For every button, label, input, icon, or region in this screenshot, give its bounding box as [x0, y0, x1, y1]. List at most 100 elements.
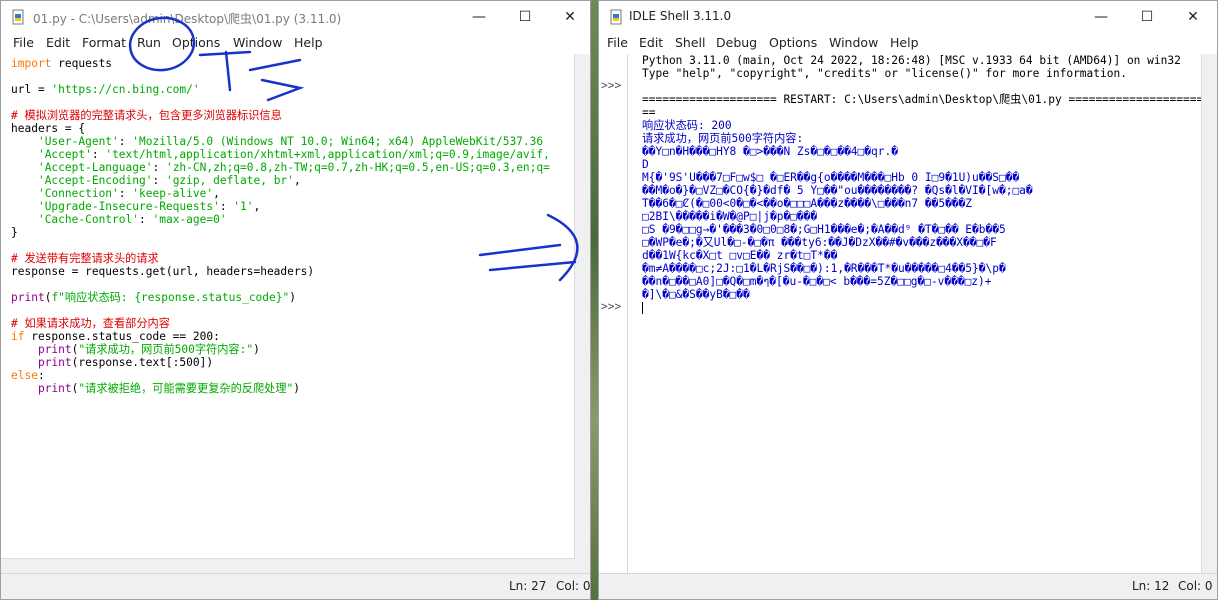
code-token: print	[11, 291, 45, 304]
editor-code-line	[1, 70, 590, 83]
code-token: # 发送带有完整请求头的请求	[11, 252, 159, 265]
menu-run[interactable]: Run	[137, 35, 161, 50]
code-token: �]\�□&�S��yB�□��	[642, 288, 750, 301]
editor-code-line: # 发送带有完整请求头的请求	[1, 252, 590, 265]
editor-code-line: else:	[1, 369, 590, 382]
menu-format[interactable]: Format	[82, 35, 126, 50]
code-token: 'Accept-Encoding'	[37, 174, 153, 187]
menu-shell[interactable]: Shell	[675, 35, 706, 50]
code-token: ��Y□n�H���□HY8 �□>���N Zs�□�□��4□�qr.�	[642, 145, 898, 158]
code-token: :	[91, 148, 106, 161]
shell-code-line: □2BI\�����i�W�@P□|j�p�□���	[632, 210, 1217, 223]
code-token: ,	[253, 200, 261, 213]
code-token: :	[219, 200, 234, 213]
minimize-button[interactable]: —	[456, 1, 502, 33]
shell-code-line: ��Y□n�H���□HY8 �□>���N Zs�□�□��4□�qr.�	[632, 145, 1217, 158]
shell-prompt-gutter: >>> >>>	[599, 54, 628, 574]
shell-text-area[interactable]: Python 3.11.0 (main, Oct 24 2022, 18:26:…	[632, 54, 1217, 574]
code-token: 'text/html,application/xhtml+xml,applica…	[105, 148, 550, 161]
menu-options[interactable]: Options	[769, 35, 817, 50]
minimize-button[interactable]: —	[1078, 1, 1124, 33]
code-token: 'max-age=0'	[152, 213, 227, 226]
code-token: )	[293, 382, 300, 395]
menu-file[interactable]: File	[607, 35, 628, 50]
shell-code-line: □S �9�□□g→�'���3�0□0□8�;G□H1���e�;�A��d⁹…	[632, 223, 1217, 236]
maximize-button[interactable]: ☐	[502, 1, 548, 33]
editor-code-line: 'Accept-Language': 'zh-CN,zh;q=0.8,zh-TW…	[1, 161, 590, 174]
code-token: '1'	[233, 200, 254, 213]
code-token: ,	[293, 174, 301, 187]
code-token: url =	[11, 83, 52, 96]
editor-code-line: print(f"响应状态码: {response.status_code}")	[1, 291, 590, 304]
shell-code-line: ��n�□��□A0]□�Q�□m�ๆ�[�u-�□�□< b���=5Z�□□…	[632, 275, 1217, 288]
close-button[interactable]: ✕	[547, 1, 590, 33]
shell-code-line: Type "help", "copyright", "credits" or "…	[632, 67, 1217, 80]
editor-code-line: 'Accept': 'text/html,application/xhtml+x…	[1, 148, 590, 161]
editor-code-line: response = requests.get(url, headers=hea…	[1, 265, 590, 278]
shell-code-line: M{�'9S'U���7□F□w$□ �□ER��g{o����M���□Hb …	[632, 171, 1217, 184]
code-token: ��n�□��□A0]□�Q�□m�ๆ�[�u-�□�□< b���=5Z�□□…	[642, 275, 992, 288]
editor-code-line	[1, 304, 590, 317]
shell-titlebar[interactable]: IDLE Shell 3.11.0 — ☐ ✕	[599, 1, 1217, 33]
idle-file-icon	[12, 9, 24, 25]
code-token: response = requests.get(url, headers=hea…	[11, 265, 315, 278]
code-token: ��M�o�}�□VZ□�CO{�}�df� 5 Y□��"ou��������…	[642, 184, 1033, 197]
editor-code-line: 'Cache-Control': 'max-age=0'	[1, 213, 590, 226]
menu-file[interactable]: File	[13, 35, 34, 50]
code-token: :	[118, 187, 133, 200]
code-token: # 如果请求成功，查看部分内容	[11, 317, 170, 330]
editor-code-line: print("请求被拒绝，可能需要更复杂的反爬处理")	[1, 382, 590, 395]
editor-text-area[interactable]: import requests url = 'https://cn.bing.co…	[1, 54, 590, 574]
editor-code-line	[1, 96, 590, 109]
code-token: 'https://cn.bing.com/'	[51, 83, 200, 96]
shell-code-line	[632, 80, 1217, 93]
code-token: 请求成功，网页前500字符内容:	[642, 132, 804, 145]
code-token: print	[37, 356, 72, 369]
editor-code-line: # 模拟浏览器的完整请求头，包含更多浏览器标识信息	[1, 109, 590, 122]
editor-horizontal-scrollbar[interactable]	[1, 558, 575, 574]
maximize-button[interactable]: ☐	[1124, 1, 1170, 33]
menu-debug[interactable]: Debug	[716, 35, 757, 50]
editor-code-line	[1, 239, 590, 252]
code-token: :	[118, 135, 133, 148]
editor-titlebar[interactable]: 01.py - C:\Users\admin\Desktop\爬虫\01.py …	[1, 1, 590, 33]
shell-title: IDLE Shell 3.11.0	[629, 9, 732, 23]
code-token: else	[11, 369, 38, 382]
menu-edit[interactable]: Edit	[639, 35, 663, 50]
shell-code-line	[632, 301, 1217, 314]
code-token: 'zh-CN,zh;q=0.8,zh-TW;q=0.7,zh-HK;q=0.5,…	[165, 161, 550, 174]
close-button[interactable]: ✕	[1170, 1, 1216, 33]
editor-code-line: url = 'https://cn.bing.com/'	[1, 83, 590, 96]
editor-column-number: Col: 0	[556, 579, 591, 593]
shell-line-number: Ln: 12	[1132, 579, 1170, 593]
code-token: 'Accept'	[37, 148, 92, 161]
code-token: □S �9�□□g→�'���3�0□0□8�;G□H1���e�;�A��d⁹…	[642, 223, 1006, 236]
menu-help[interactable]: Help	[890, 35, 919, 50]
menu-options[interactable]: Options	[172, 35, 220, 50]
code-token: # 模拟浏览器的完整请求头，包含更多浏览器标识信息	[11, 109, 282, 122]
menu-help[interactable]: Help	[294, 35, 323, 50]
editor-vertical-scrollbar[interactable]	[574, 54, 590, 574]
code-token: if	[11, 330, 25, 343]
menu-edit[interactable]: Edit	[46, 35, 70, 50]
shell-code-line: ==================== RESTART: C:\Users\a…	[632, 93, 1217, 106]
code-token: requests	[51, 57, 113, 70]
code-token: :	[139, 213, 153, 226]
editor-code-line: 'Accept-Encoding': 'gzip, deflate, br',	[1, 174, 590, 187]
menu-window[interactable]: Window	[233, 35, 282, 50]
shell-vertical-scrollbar[interactable]	[1201, 54, 1217, 574]
code-token: 'Mozilla/5.0 (Windows NT 10.0; Win64; x6…	[132, 135, 544, 148]
shell-column-number: Col: 0	[1178, 579, 1213, 593]
editor-menubar: File Edit Format Run Options Window Help	[1, 33, 590, 53]
shell-code-line: Python 3.11.0 (main, Oct 24 2022, 18:26:…	[632, 54, 1217, 67]
code-token: print	[37, 343, 72, 356]
shell-code-line: 响应状态码: 200	[632, 119, 1217, 132]
code-token: 'Cache-Control'	[37, 213, 139, 226]
menu-window[interactable]: Window	[829, 35, 878, 50]
